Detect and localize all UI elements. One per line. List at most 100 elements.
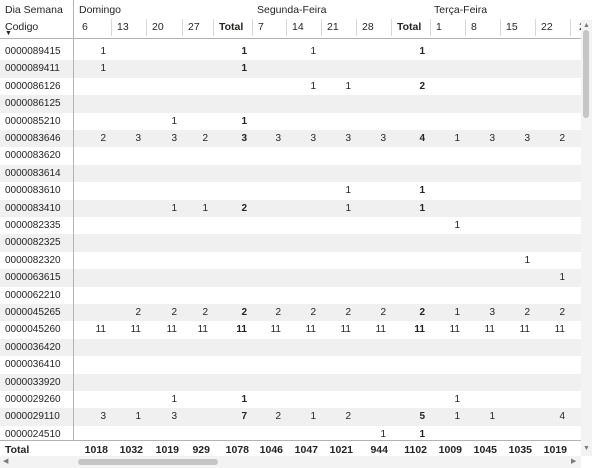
row-total-cell: 1 (241, 115, 247, 127)
value-cell: 1 (345, 80, 351, 92)
value-cell: 1 (489, 411, 495, 423)
row-code[interactable]: 0000083620 (5, 150, 61, 161)
row-code[interactable]: 0000086126 (5, 81, 61, 92)
column-header[interactable]: 13 (117, 21, 129, 33)
group-header-terca-feira[interactable]: Terça-Feira (434, 4, 487, 16)
value-cell: 2 (100, 133, 106, 144)
column-header[interactable]: 21 (327, 21, 339, 33)
chevron-left-icon[interactable]: ◀ (3, 457, 8, 467)
column-divider (356, 19, 357, 36)
matrix-header: Dia Semana Codigo ▼ Domingo Segunda-Feir… (0, 0, 581, 40)
value-cell: 11 (130, 324, 141, 336)
chevron-down-icon[interactable]: ▼ (583, 445, 590, 453)
value-cell: 1 (454, 307, 460, 318)
chevron-up-icon[interactable]: ▲ (583, 22, 590, 30)
column-header[interactable]: 1 (436, 21, 442, 33)
grand-total-cell: 929 (192, 444, 210, 456)
row-code[interactable]: 0000024510 (5, 429, 61, 440)
column-header[interactable]: 27 (188, 21, 200, 33)
column-header[interactable]: 28 (362, 21, 374, 33)
row-code[interactable]: 0000085210 (5, 116, 61, 127)
value-cell: 11 (519, 324, 530, 336)
value-cell: 3 (171, 133, 177, 144)
row-code[interactable]: 0000036420 (5, 342, 61, 353)
chevron-right-icon[interactable]: ▶ (571, 457, 576, 467)
row-code[interactable]: 0000083410 (5, 203, 61, 214)
row-code[interactable]: 0000089415 (5, 46, 61, 57)
sort-down-icon[interactable]: ▼ (5, 30, 12, 38)
row-total-cell: 1 (419, 428, 425, 440)
row-code[interactable]: 0000083610 (5, 185, 61, 196)
group-header-domingo[interactable]: Domingo (79, 4, 121, 16)
row-total-cell: 1 (241, 63, 247, 75)
row-code[interactable]: 0000082335 (5, 220, 61, 231)
value-cell: 11 (484, 324, 495, 336)
column-header[interactable]: 7 (258, 21, 264, 33)
vertical-scroll-thumb[interactable] (583, 30, 589, 118)
value-cell: 1 (310, 80, 316, 92)
row-code[interactable]: 0000082320 (5, 255, 61, 266)
row-total-cell: 5 (419, 411, 425, 423)
row-code[interactable]: 0000062210 (5, 290, 61, 301)
value-cell: 2 (345, 307, 351, 318)
value-cell: 4 (559, 411, 565, 423)
row-total-cell: 1 (419, 202, 425, 214)
grand-total-cell: 1032 (119, 444, 143, 456)
row-code[interactable]: 0000033920 (5, 377, 61, 388)
column-divider (111, 19, 112, 36)
row-total-cell: 3 (241, 133, 247, 144)
row-code[interactable]: 0000029110 (5, 411, 60, 422)
row-total-cell: 11 (414, 324, 425, 336)
row-code[interactable]: 0000045260 (5, 324, 61, 335)
value-cell: 1 (100, 63, 106, 75)
grand-total-cell: 1045 (473, 444, 497, 456)
horizontal-scroll-thumb[interactable] (78, 459, 218, 465)
row-total-cell: 7 (241, 411, 247, 423)
table-row: 0000083646 2 3 3 2 3 3 3 3 3 4 1 3 3 2 (0, 130, 581, 148)
group-header-segunda-feira[interactable]: Segunda-Feira (257, 4, 326, 16)
value-cell: 11 (270, 324, 281, 336)
table-row: 0000036420 (0, 338, 581, 357)
row-code[interactable]: 0000082325 (5, 237, 61, 248)
column-header-total[interactable]: Total (219, 21, 243, 33)
row-code[interactable]: 0000089411 (5, 63, 60, 74)
column-divider (570, 19, 571, 36)
column-header[interactable]: 8 (471, 21, 477, 33)
table-row: 0000083610 1 1 (0, 182, 581, 199)
value-cell: 1 (135, 411, 141, 423)
value-cell: 3 (524, 133, 530, 144)
value-cell: 1 (171, 202, 177, 214)
grand-total-cell: 1035 (508, 444, 532, 456)
value-cell: 2 (345, 411, 351, 423)
table-row: 0000082335 1 (0, 217, 581, 234)
value-cell: 2 (275, 307, 281, 318)
column-header[interactable]: 20 (152, 21, 164, 33)
value-cell: 2 (202, 307, 208, 318)
table-row: 0000045265 2 2 2 2 2 2 2 2 2 1 3 2 2 (0, 304, 581, 322)
row-code[interactable]: 0000083646 (5, 133, 61, 144)
grand-total-cell: 1019 (155, 444, 179, 456)
row-code[interactable]: 0000036410 (5, 359, 61, 370)
column-divider (252, 19, 253, 36)
column-header-total[interactable]: Total (397, 21, 421, 33)
column-header[interactable]: 14 (292, 21, 304, 33)
row-code[interactable]: 0000063615 (5, 272, 61, 283)
value-cell: 1 (202, 202, 208, 214)
row-code[interactable]: 0000086125 (5, 98, 61, 109)
totals-row: Total 1018 1032 1019 929 1078 1046 1047 1021 944… (0, 440, 581, 456)
value-cell: 11 (449, 324, 460, 336)
table-row: 0000029260 1 1 1 (0, 391, 581, 408)
column-header[interactable]: 22 (541, 21, 553, 33)
value-cell: 2 (135, 307, 141, 318)
column-header[interactable]: 6 (82, 21, 88, 33)
row-code[interactable]: 0000029260 (5, 394, 61, 405)
row-total-cell: 2 (241, 307, 247, 318)
value-cell: 3 (275, 133, 281, 144)
column-divider (535, 19, 536, 36)
row-code[interactable]: 0000045265 (5, 307, 61, 318)
row-total-cell: 11 (236, 324, 247, 336)
column-divider (500, 19, 501, 36)
table-row: 0000045260 11 11 11 11 11 11 11 11 11 11 11 11 11 11 (0, 321, 581, 338)
row-code[interactable]: 0000083614 (5, 168, 61, 179)
column-header[interactable]: 15 (506, 21, 518, 33)
